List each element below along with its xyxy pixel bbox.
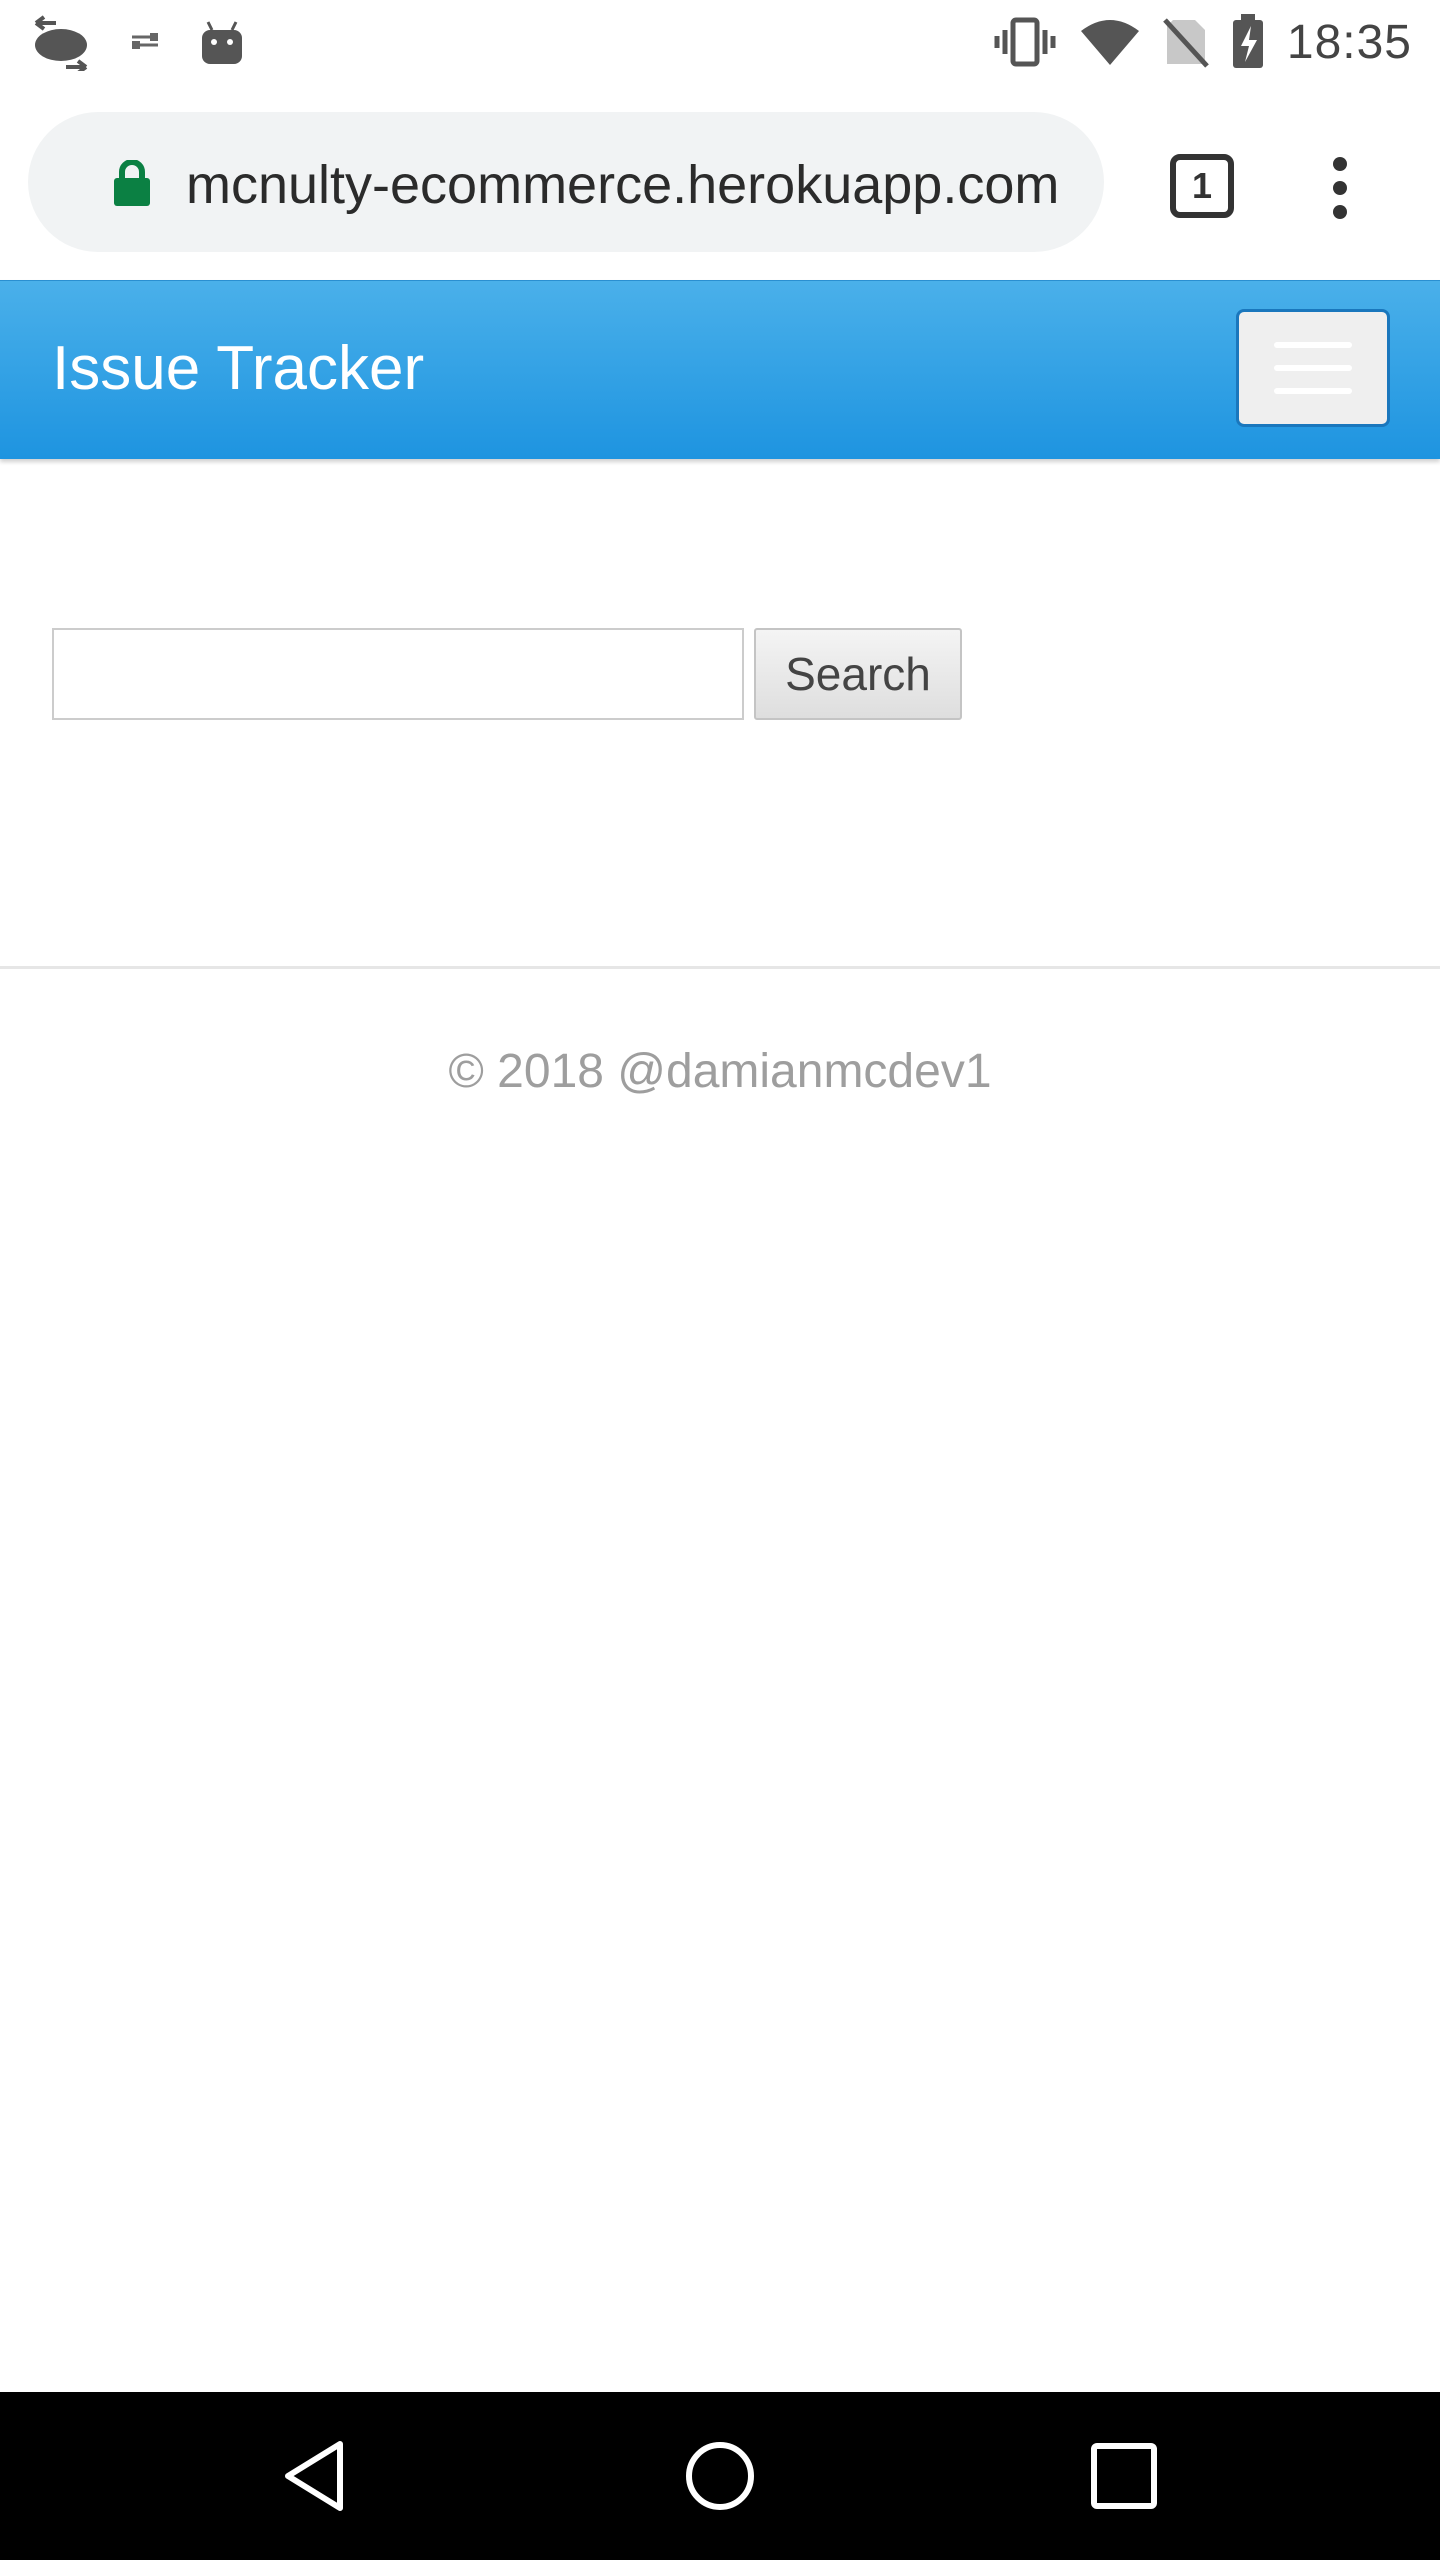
browser-toolbar: mcnulty-ecommerce.herokuapp.com 1 <box>0 84 1440 280</box>
status-time: 18:35 <box>1286 15 1412 69</box>
usb-debug-icon <box>132 33 158 49</box>
hamburger-line-icon <box>1274 388 1352 394</box>
status-right-icons: 18:35 <box>993 10 1412 74</box>
battery-charging-icon <box>1232 14 1263 68</box>
sync-arrows-icon <box>34 15 88 71</box>
footer-divider <box>0 966 1440 969</box>
status-left-icons <box>32 10 244 74</box>
url-text[interactable]: mcnulty-ecommerce.herokuapp.com <box>186 154 1059 216</box>
search-button[interactable]: Search <box>754 628 962 720</box>
status-bar: 18:35 <box>0 0 1440 84</box>
hamburger-line-icon <box>1274 365 1352 371</box>
vibrate-icon <box>994 17 1056 67</box>
site-navbar: Issue Tracker <box>0 280 1440 459</box>
home-icon[interactable] <box>680 2436 760 2516</box>
hamburger-line-icon <box>1274 342 1352 348</box>
system-nav-bar <box>0 2392 1440 2560</box>
wifi-icon <box>1080 20 1139 65</box>
navbar-toggle-button[interactable] <box>1236 309 1390 427</box>
address-bar[interactable]: mcnulty-ecommerce.herokuapp.com <box>28 112 1104 252</box>
brand-title[interactable]: Issue Tracker <box>52 333 424 404</box>
back-icon[interactable] <box>276 2436 356 2516</box>
tab-switcher-button[interactable]: 1 <box>1170 154 1234 218</box>
more-options-icon[interactable] <box>1328 152 1352 224</box>
no-sim-icon <box>1163 18 1209 68</box>
lock-icon <box>114 160 150 206</box>
recents-icon[interactable] <box>1084 2436 1164 2516</box>
tab-count: 1 <box>1191 165 1213 206</box>
android-icon <box>202 21 242 64</box>
footer-copyright: © 2018 @damianmcdev1 <box>448 1045 992 1098</box>
search-input[interactable] <box>52 628 744 720</box>
